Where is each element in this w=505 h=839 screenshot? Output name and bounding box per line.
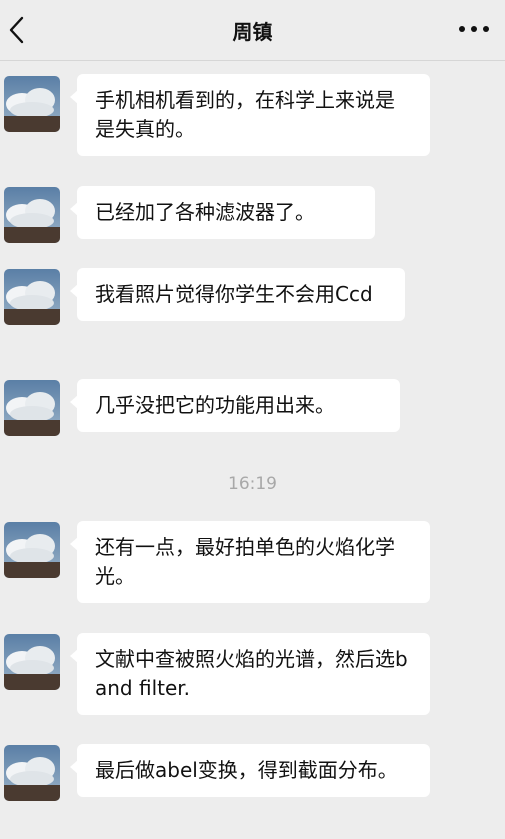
message-bubble[interactable]: 我看照片觉得你学生不会用Ccd bbox=[70, 268, 405, 321]
avatar-image bbox=[4, 269, 60, 325]
avatar[interactable] bbox=[4, 745, 60, 801]
more-button[interactable] bbox=[457, 14, 491, 44]
avatar-image bbox=[4, 187, 60, 243]
chat-title: 周镇 bbox=[232, 20, 273, 44]
avatar-image bbox=[4, 76, 60, 132]
avatar-image bbox=[4, 522, 60, 578]
avatar[interactable] bbox=[4, 269, 60, 325]
avatar-image bbox=[4, 380, 60, 436]
chat-header: 周镇 bbox=[0, 0, 505, 61]
avatar-image bbox=[4, 634, 60, 690]
message-bubble[interactable]: 几乎没把它的功能用出来。 bbox=[70, 379, 400, 432]
more-horizontal-icon bbox=[459, 26, 489, 32]
avatar[interactable] bbox=[4, 187, 60, 243]
message-bubble[interactable]: 最后做abel变换，得到截面分布。 bbox=[70, 744, 430, 797]
avatar[interactable] bbox=[4, 522, 60, 578]
message-bubble[interactable]: 手机相机看到的，在科学上来说是是失真的。 bbox=[70, 74, 430, 156]
avatar[interactable] bbox=[4, 76, 60, 132]
message-bubble[interactable]: 还有一点，最好拍单色的火焰化学光。 bbox=[70, 521, 430, 603]
avatar[interactable] bbox=[4, 634, 60, 690]
timestamp: 16:19 bbox=[228, 474, 277, 494]
message-bubble[interactable]: 已经加了各种滤波器了。 bbox=[70, 186, 375, 239]
avatar-image bbox=[4, 745, 60, 801]
message-bubble[interactable]: 文献中查被照火焰的光谱，然后选band filter. bbox=[70, 633, 430, 715]
avatar[interactable] bbox=[4, 380, 60, 436]
